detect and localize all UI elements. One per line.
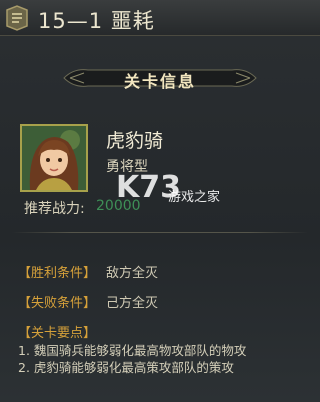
lose-condition: 【失败条件】 己方全灭 [18, 292, 158, 311]
watermark: K73 游戏之家 [116, 168, 226, 218]
lose-condition-label: 【失败条件】 [18, 296, 97, 311]
win-condition: 【胜利条件】 敌方全灭 [18, 262, 158, 281]
section-header: 关卡信息 [60, 64, 260, 92]
lose-condition-value: 己方全灭 [106, 296, 159, 311]
stage-icon [4, 4, 30, 32]
stage-title: 15—1 噩耗 [38, 9, 155, 33]
watermark-text: 游戏之家 [168, 190, 221, 205]
win-condition-value: 敌方全灭 [106, 266, 159, 281]
general-portrait [20, 124, 88, 192]
title-bar: 15—1 噩耗 [0, 0, 320, 36]
stage-tip-item: 2. 虎豹骑能够弱化最高策攻部队的策攻 [18, 360, 234, 375]
unit-name: 虎豹骑 [106, 130, 164, 152]
win-condition-label: 【胜利条件】 [18, 266, 97, 281]
stage-tips-title: 【关卡要点】 [18, 326, 97, 341]
recommended-power-label: 推荐战力: [24, 201, 85, 217]
divider [12, 232, 308, 233]
section-header-label: 关卡信息 [123, 72, 196, 91]
